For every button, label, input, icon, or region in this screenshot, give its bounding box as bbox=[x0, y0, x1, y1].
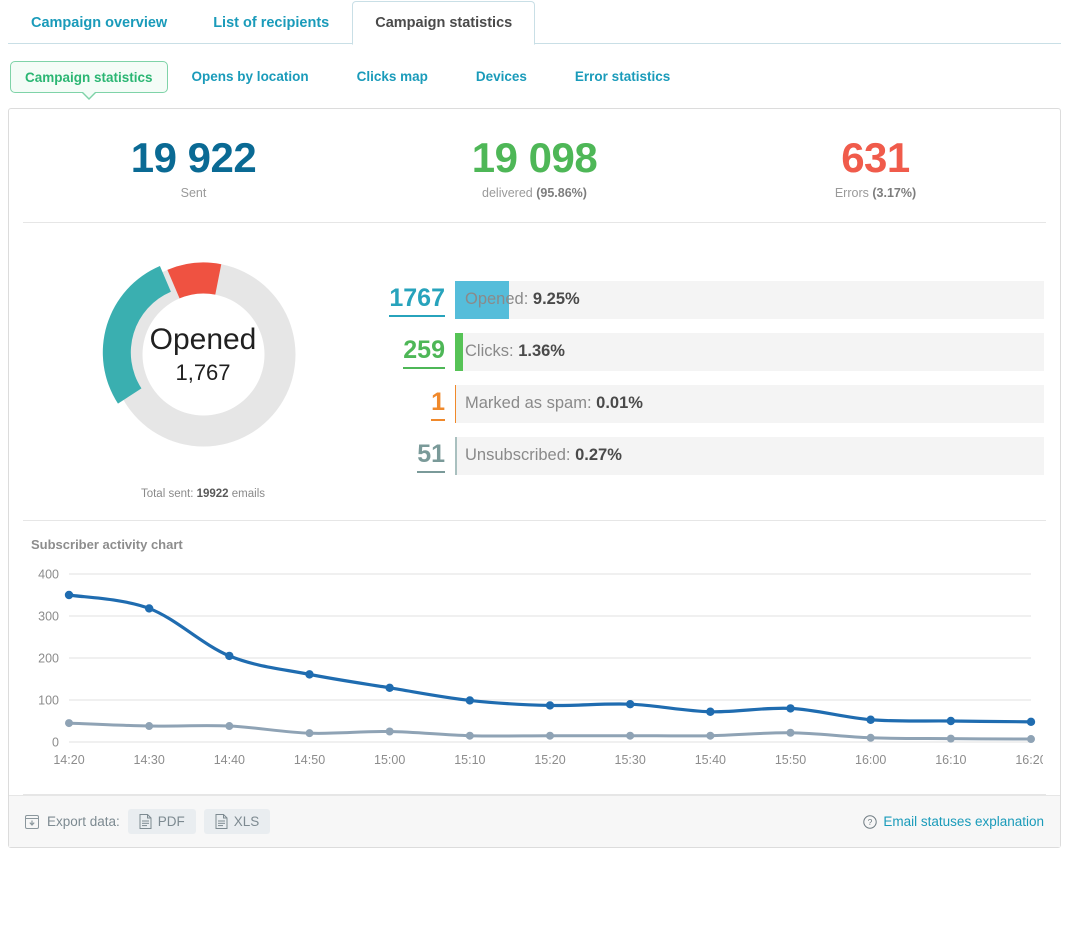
sent-label: Sent bbox=[23, 186, 364, 200]
metric-row-clicks: 259 Clicks: 1.36% bbox=[383, 333, 1044, 371]
activity-chart-section: Subscriber activity chart 0 100 200 300 400 1… bbox=[23, 521, 1046, 795]
export-xls-label: XLS bbox=[234, 814, 260, 829]
svg-text:14:50: 14:50 bbox=[294, 753, 325, 767]
total-sent-caption: Total sent: 19922 emails bbox=[141, 488, 265, 500]
document-icon bbox=[139, 814, 152, 829]
sent-value: 19 922 bbox=[23, 135, 364, 181]
metric-row-spam: 1 Marked as spam: 0.01% bbox=[383, 385, 1044, 423]
spam-label: Marked as spam: bbox=[465, 394, 592, 412]
donut-chart: Opened 1,767 bbox=[96, 247, 311, 462]
unsubscribed-percent: 0.27% bbox=[575, 446, 622, 464]
delivered-value: 19 098 bbox=[364, 135, 705, 181]
statistics-panel: 19 922 Sent 19 098 delivered (95.86%) 63… bbox=[8, 108, 1061, 848]
spam-count[interactable]: 1 bbox=[383, 388, 455, 420]
clicks-label: Clicks: bbox=[465, 342, 514, 360]
clicks-bar[interactable]: Clicks: 1.36% bbox=[455, 333, 1044, 371]
svg-text:16:00: 16:00 bbox=[855, 753, 886, 767]
svg-text:300: 300 bbox=[38, 610, 59, 624]
chart-box: 0 100 200 300 400 14:20 14:30 14:40 14:50 15:00 15… bbox=[23, 566, 1046, 776]
donut-column: Opened 1,767 Total sent: 19922 emails bbox=[23, 241, 383, 500]
delivered-percent: (95.86%) bbox=[536, 186, 587, 200]
summary-row: 19 922 Sent 19 098 delivered (95.86%) 63… bbox=[23, 109, 1046, 223]
clicks-count[interactable]: 259 bbox=[383, 336, 455, 368]
metric-row-opened: 1767 Opened: 9.25% bbox=[383, 281, 1044, 319]
subtab-opens-by-location[interactable]: Opens by location bbox=[168, 61, 333, 93]
tab-campaign-overview[interactable]: Campaign overview bbox=[8, 1, 190, 44]
svg-text:15:10: 15:10 bbox=[454, 753, 485, 767]
subtab-campaign-statistics[interactable]: Campaign statistics bbox=[10, 61, 168, 93]
spam-percent: 0.01% bbox=[596, 394, 643, 412]
opened-label: Opened: bbox=[465, 290, 528, 308]
summary-sent: 19 922 Sent bbox=[23, 135, 364, 200]
unsubscribed-bar[interactable]: Unsubscribed: 0.27% bbox=[455, 437, 1044, 475]
subtab-devices[interactable]: Devices bbox=[452, 61, 551, 93]
total-sent-suffix: emails bbox=[232, 488, 265, 500]
svg-text:0: 0 bbox=[52, 736, 59, 750]
clicks-percent: 1.36% bbox=[518, 342, 565, 360]
primary-tab-bar: Campaign overview List of recipients Cam… bbox=[8, 0, 1061, 44]
document-icon bbox=[215, 814, 228, 829]
svg-text:400: 400 bbox=[38, 568, 59, 582]
spam-text: Marked as spam: 0.01% bbox=[455, 394, 643, 413]
spam-bar[interactable]: Marked as spam: 0.01% bbox=[455, 385, 1044, 423]
summary-errors: 631 Errors (3.17%) bbox=[705, 135, 1046, 200]
delivered-label-text: delivered bbox=[482, 186, 533, 200]
export-pdf-button[interactable]: PDF bbox=[128, 809, 196, 834]
export-pdf-label: PDF bbox=[158, 814, 185, 829]
svg-text:15:00: 15:00 bbox=[374, 753, 405, 767]
secondary-tab-bar: Campaign statistics Opens by location Cl… bbox=[0, 44, 1069, 98]
svg-text:100: 100 bbox=[38, 694, 59, 708]
metric-list: 1767 Opened: 9.25% 259 Clicks: 1.36% bbox=[383, 241, 1046, 500]
svg-text:15:40: 15:40 bbox=[695, 753, 726, 767]
tab-campaign-statistics[interactable]: Campaign statistics bbox=[352, 1, 535, 45]
metric-row-unsubscribed: 51 Unsubscribed: 0.27% bbox=[383, 437, 1044, 475]
opened-bar[interactable]: Opened: 9.25% bbox=[455, 281, 1044, 319]
svg-text:?: ? bbox=[868, 817, 873, 827]
download-icon bbox=[25, 815, 39, 829]
errors-label-text: Errors bbox=[835, 186, 869, 200]
svg-text:16:20: 16:20 bbox=[1015, 753, 1043, 767]
errors-percent: (3.17%) bbox=[872, 186, 916, 200]
help-link-label: Email statuses explanation bbox=[883, 814, 1044, 829]
unsubscribed-count[interactable]: 51 bbox=[383, 440, 455, 472]
svg-text:15:50: 15:50 bbox=[775, 753, 806, 767]
question-circle-icon: ? bbox=[863, 815, 877, 829]
total-sent-value: 19922 bbox=[197, 488, 229, 500]
delivered-label: delivered (95.86%) bbox=[364, 186, 705, 200]
subtab-error-statistics[interactable]: Error statistics bbox=[551, 61, 694, 93]
unsubscribed-label: Unsubscribed: bbox=[465, 446, 570, 464]
email-statuses-explanation-link[interactable]: ? Email statuses explanation bbox=[863, 814, 1044, 829]
total-sent-label: Total sent: bbox=[141, 488, 193, 500]
chart-title: Subscriber activity chart bbox=[23, 537, 1046, 552]
svg-text:15:30: 15:30 bbox=[615, 753, 646, 767]
export-label: Export data: bbox=[47, 814, 120, 829]
unsubscribed-text: Unsubscribed: 0.27% bbox=[455, 446, 622, 465]
panel-footer: Export data: PDF XLS ? Email statuses ex… bbox=[9, 795, 1060, 847]
engagement-section: Opened 1,767 Total sent: 19922 emails 17… bbox=[23, 223, 1046, 521]
donut-svg bbox=[96, 247, 311, 462]
opened-count[interactable]: 1767 bbox=[383, 284, 455, 316]
errors-label: Errors (3.17%) bbox=[705, 186, 1046, 200]
opened-text: Opened: 9.25% bbox=[455, 290, 580, 309]
svg-text:14:40: 14:40 bbox=[214, 753, 245, 767]
svg-text:14:30: 14:30 bbox=[134, 753, 165, 767]
export-xls-button[interactable]: XLS bbox=[204, 809, 271, 834]
subscriber-activity-chart: 0 100 200 300 400 14:20 14:30 14:40 14:50 15:00 15… bbox=[23, 566, 1043, 776]
errors-value: 631 bbox=[705, 135, 1046, 181]
tab-list-of-recipients[interactable]: List of recipients bbox=[190, 1, 352, 44]
opened-percent: 9.25% bbox=[533, 290, 580, 308]
subtab-clicks-map[interactable]: Clicks map bbox=[333, 61, 452, 93]
svg-text:16:10: 16:10 bbox=[935, 753, 966, 767]
svg-text:14:20: 14:20 bbox=[53, 753, 84, 767]
clicks-text: Clicks: 1.36% bbox=[455, 342, 565, 361]
svg-text:200: 200 bbox=[38, 652, 59, 666]
summary-delivered: 19 098 delivered (95.86%) bbox=[364, 135, 705, 200]
export-group: Export data: PDF XLS bbox=[25, 809, 270, 834]
svg-text:15:20: 15:20 bbox=[534, 753, 565, 767]
